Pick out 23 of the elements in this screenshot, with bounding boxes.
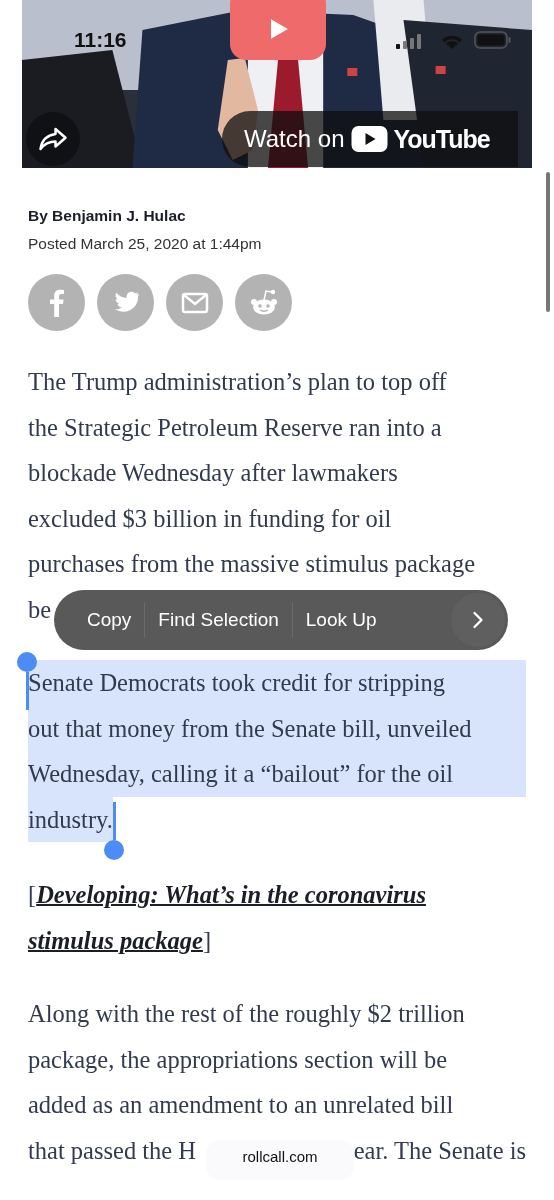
author-byline: By Benjamin J. Hulac (28, 206, 186, 226)
signal-icon (396, 33, 424, 49)
menu-item[interactable]: Find Selection (145, 609, 292, 631)
posted-date: Posted March 25, 2020 at 1:44pm (28, 234, 262, 254)
email-share-button[interactable] (166, 274, 223, 331)
facebook-share-button[interactable] (28, 274, 85, 331)
battery-icon (474, 31, 512, 49)
play-icon (350, 126, 388, 152)
text-fragment: ear. The Senate is (353, 1135, 526, 1166)
share-button[interactable] (26, 112, 80, 166)
text-fragment: that passed the H (28, 1135, 197, 1166)
menu-item[interactable]: Look Up (292, 609, 390, 631)
chevron-right-icon[interactable] (451, 593, 505, 647)
article-paragraph: Senate Democrats took credit for stripping out that money from the Senate bill, unveiled Wednesday, calling it a “bailout” for the oil industry. (28, 660, 526, 842)
article-link[interactable]: [Developing: What’s in the coronavirus stimulus package] (28, 872, 426, 963)
text-fragment: be (28, 594, 52, 625)
twitter-share-button[interactable] (97, 274, 154, 331)
menu-item[interactable]: Copy (74, 609, 145, 631)
address-bar[interactable]: rollcall.com (206, 1140, 354, 1180)
watch-on-youtube-button[interactable]: Watch on YouTube (222, 111, 518, 167)
reddit-share-button[interactable] (235, 274, 292, 331)
status-time: 11:16 (74, 28, 127, 52)
play-icon[interactable] (230, 0, 326, 60)
